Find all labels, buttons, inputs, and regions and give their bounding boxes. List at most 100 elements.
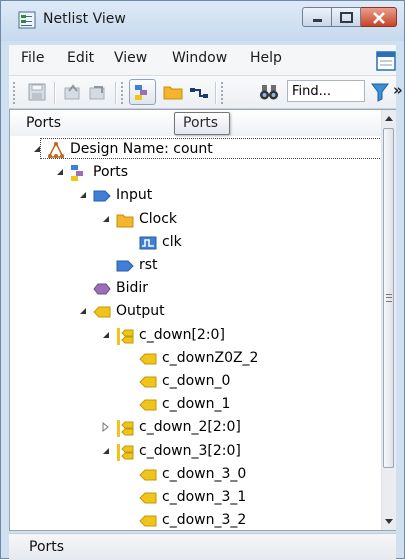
- status-text: Ports: [29, 539, 65, 555]
- output-port-icon: [139, 515, 157, 527]
- panel-title: Ports: [26, 115, 62, 131]
- menu-help[interactable]: Help: [250, 50, 282, 66]
- panel-header: Ports Ports: [10, 110, 395, 136]
- tree-row[interactable]: c_down_3_0: [10, 464, 378, 486]
- toolbar: »: [9, 76, 403, 109]
- tree-row[interactable]: Output: [10, 301, 378, 323]
- tree-row[interactable]: c_down_2[2:0]: [10, 417, 378, 439]
- output-port-icon: [139, 353, 157, 365]
- ports-panel: Ports Ports Design Name: count Ports Input…: [9, 109, 396, 531]
- tree-row[interactable]: Input: [10, 185, 378, 207]
- bus-icon: [117, 420, 134, 438]
- netlist-app-icon: [18, 11, 36, 29]
- tree-row-label: rst: [139, 257, 158, 273]
- toolbar-separator: [215, 82, 217, 104]
- toolbar-overflow-chevron[interactable]: »: [393, 81, 403, 99]
- close-button[interactable]: [361, 7, 397, 27]
- tree-row[interactable]: c_down_3_1: [10, 487, 378, 509]
- minimize-button[interactable]: [302, 7, 332, 27]
- expanded-arrow-icon[interactable]: [101, 214, 111, 224]
- tree-row-label: Clock: [139, 210, 178, 227]
- net-icon[interactable]: [189, 82, 209, 102]
- tree-row[interactable]: c_downZ0Z_2: [10, 348, 378, 370]
- folder-icon[interactable]: [163, 82, 183, 102]
- tree-row[interactable]: c_down_0: [10, 371, 378, 393]
- menu-view[interactable]: View: [114, 50, 147, 66]
- ports-tree[interactable]: Design Name: count Ports Input Clock clk rst B…: [10, 136, 380, 530]
- maximize-icon: [340, 12, 353, 23]
- tree-row[interactable]: c_down_3[2:0]: [10, 441, 378, 463]
- menu-edit[interactable]: Edit: [67, 50, 94, 66]
- tree-row[interactable]: c_down_3_2: [10, 510, 378, 530]
- output-port-icon: [139, 399, 157, 411]
- tree-row[interactable]: rst: [10, 255, 378, 277]
- tree-row-label: c_down_3_1: [162, 489, 247, 505]
- open-back-icon[interactable]: [63, 82, 83, 102]
- bus-icon: [117, 443, 134, 461]
- scrollbar-grip-icon: [386, 294, 392, 302]
- toolbar-separator: [115, 82, 117, 104]
- menu-file[interactable]: File: [21, 50, 44, 66]
- scroll-down-arrow-icon[interactable]: [382, 514, 396, 528]
- ports-view-icon: [135, 85, 147, 100]
- toolbar-grip[interactable]: [221, 82, 225, 104]
- title-bar[interactable]: Netlist View: [1, 1, 404, 41]
- collapsed-arrow-icon[interactable]: [101, 422, 111, 433]
- expanded-arrow-icon[interactable]: [101, 446, 111, 456]
- toolbar-grip[interactable]: [13, 82, 17, 104]
- vertical-scrollbar[interactable]: [381, 110, 396, 530]
- expanded-arrow-icon[interactable]: [78, 190, 88, 200]
- tree-row[interactable]: c_down_1: [10, 394, 378, 416]
- output-port-icon: [139, 492, 157, 504]
- tree-row-label: Bidir: [116, 280, 149, 297]
- maximize-button[interactable]: [332, 7, 361, 27]
- input-port-icon: [93, 190, 111, 202]
- output-port-icon: [139, 469, 157, 481]
- expanded-arrow-icon[interactable]: [55, 167, 65, 177]
- tree-row[interactable]: c_down[2:0]: [10, 325, 378, 347]
- tree-row-label: Input: [116, 187, 153, 204]
- output-port-icon: [93, 306, 111, 318]
- tree-row[interactable]: Clock: [10, 209, 378, 231]
- ports-view-button[interactable]: [129, 79, 156, 105]
- window-title: Netlist View: [43, 11, 126, 27]
- save-icon[interactable]: [27, 82, 47, 102]
- tree-row[interactable]: Design Name: count: [10, 138, 380, 161]
- minimize-icon: [313, 19, 322, 22]
- ports-tooltip: Ports: [174, 112, 230, 135]
- tree-row-label: c_down_0: [162, 373, 231, 389]
- status-bar: Ports: [9, 533, 396, 560]
- selection-focus-outline: [40, 138, 380, 159]
- tree-row-label: c_down_2[2:0]: [139, 419, 241, 436]
- tree-row-label: c_down_1: [162, 396, 231, 413]
- tree-row-label: c_down_3_2: [162, 512, 247, 529]
- expanded-arrow-icon[interactable]: [78, 306, 88, 316]
- toolbar-separator: [54, 82, 56, 104]
- document-window-icon[interactable]: [376, 51, 396, 71]
- folder-icon: [116, 214, 134, 228]
- open-forward-icon[interactable]: [88, 82, 108, 102]
- tree-row-label: c_downZ0Z_2: [162, 349, 259, 366]
- scrollbar-thumb[interactable]: [383, 128, 394, 468]
- tree-row[interactable]: Bidir: [10, 278, 378, 300]
- tree-row[interactable]: clk: [10, 232, 378, 254]
- clock-port-icon: [139, 236, 157, 250]
- menu-window[interactable]: Window: [172, 50, 227, 66]
- tree-row-label: c_down_3[2:0]: [139, 442, 241, 459]
- expanded-arrow-icon[interactable]: [101, 330, 111, 340]
- close-icon: [373, 12, 385, 24]
- toolbar-grip[interactable]: [121, 82, 125, 104]
- tree-row-label: Ports: [93, 164, 129, 181]
- find-input[interactable]: [287, 80, 365, 102]
- tree-row-label: Output: [116, 303, 165, 320]
- filter-icon[interactable]: [371, 82, 389, 102]
- scroll-up-arrow-icon[interactable]: [382, 112, 396, 126]
- bus-icon: [117, 327, 134, 345]
- tree-row-label: c_down_3_0: [162, 465, 247, 482]
- binoculars-icon[interactable]: [259, 82, 279, 102]
- menu-bar: File Edit View Window Help: [9, 45, 396, 76]
- output-port-icon: [139, 376, 157, 388]
- tree-row[interactable]: Ports: [10, 162, 378, 184]
- tree-row-label: clk: [162, 233, 182, 250]
- bidir-port-icon: [93, 283, 111, 295]
